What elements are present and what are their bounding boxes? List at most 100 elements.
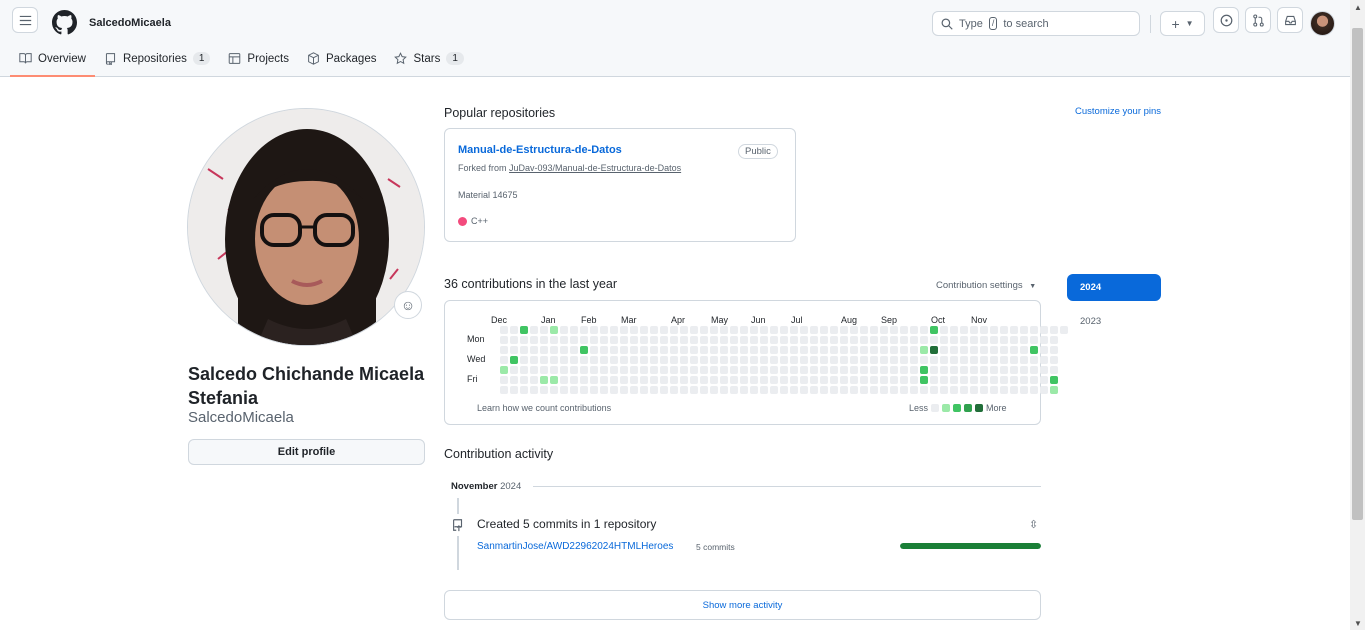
contribution-day[interactable] <box>720 376 728 384</box>
contribution-day[interactable] <box>850 346 858 354</box>
contribution-day[interactable] <box>940 326 948 334</box>
contribution-day[interactable] <box>860 326 868 334</box>
contribution-day[interactable] <box>820 376 828 384</box>
contribution-day[interactable] <box>670 366 678 374</box>
contribution-day[interactable] <box>930 386 938 394</box>
contribution-day[interactable] <box>600 366 608 374</box>
contribution-day[interactable] <box>910 336 918 344</box>
contribution-day[interactable] <box>540 376 548 384</box>
contribution-day[interactable] <box>770 356 778 364</box>
github-logo-icon[interactable] <box>52 10 77 35</box>
contribution-day[interactable] <box>830 346 838 354</box>
contribution-day[interactable] <box>860 376 868 384</box>
contribution-day[interactable] <box>660 386 668 394</box>
contribution-day[interactable] <box>920 336 928 344</box>
contribution-day[interactable] <box>870 366 878 374</box>
contribution-day[interactable] <box>920 356 928 364</box>
contribution-day[interactable] <box>860 366 868 374</box>
header-username[interactable]: SalcedoMicaela <box>89 17 171 29</box>
contribution-day[interactable] <box>690 326 698 334</box>
contribution-day[interactable] <box>690 336 698 344</box>
contribution-settings-button[interactable]: Contribution settings ▼ <box>936 280 1036 291</box>
profile-avatar[interactable] <box>187 108 425 346</box>
contribution-day[interactable] <box>740 336 748 344</box>
contribution-day[interactable] <box>950 346 958 354</box>
contribution-day[interactable] <box>1050 376 1058 384</box>
contribution-day[interactable] <box>930 376 938 384</box>
contribution-day[interactable] <box>540 366 548 374</box>
contribution-day[interactable] <box>720 336 728 344</box>
contribution-day[interactable] <box>540 346 548 354</box>
contribution-day[interactable] <box>710 366 718 374</box>
contribution-day[interactable] <box>510 326 518 334</box>
contribution-day[interactable] <box>860 386 868 394</box>
contribution-day[interactable] <box>1050 326 1058 334</box>
set-status-button[interactable]: ☺ <box>394 291 422 319</box>
contribution-day[interactable] <box>520 356 528 364</box>
contribution-day[interactable] <box>680 356 688 364</box>
contribution-day[interactable] <box>840 356 848 364</box>
contribution-day[interactable] <box>730 356 738 364</box>
contribution-day[interactable] <box>1010 366 1018 374</box>
contribution-day[interactable] <box>770 336 778 344</box>
contribution-day[interactable] <box>550 356 558 364</box>
contribution-day[interactable] <box>830 356 838 364</box>
contribution-day[interactable] <box>590 356 598 364</box>
contribution-day[interactable] <box>630 366 638 374</box>
contribution-day[interactable] <box>1010 356 1018 364</box>
year-2023-button[interactable]: 2023 <box>1080 316 1101 327</box>
contribution-day[interactable] <box>820 356 828 364</box>
contribution-day[interactable] <box>910 356 918 364</box>
contribution-day[interactable] <box>960 376 968 384</box>
contribution-day[interactable] <box>920 346 928 354</box>
contribution-day[interactable] <box>530 376 538 384</box>
scroll-down-icon[interactable]: ▼ <box>1354 619 1362 628</box>
contribution-day[interactable] <box>1000 376 1008 384</box>
contribution-day[interactable] <box>730 326 738 334</box>
contribution-day[interactable] <box>890 346 898 354</box>
contribution-day[interactable] <box>750 336 758 344</box>
contribution-day[interactable] <box>1000 386 1008 394</box>
contribution-day[interactable] <box>900 376 908 384</box>
contribution-day[interactable] <box>500 346 508 354</box>
fold-icon[interactable]: ⇳ <box>1029 518 1038 531</box>
contribution-day[interactable] <box>770 366 778 374</box>
contribution-day[interactable] <box>1020 326 1028 334</box>
contribution-day[interactable] <box>550 326 558 334</box>
contribution-day[interactable] <box>800 376 808 384</box>
contribution-day[interactable] <box>870 336 878 344</box>
contribution-day[interactable] <box>880 386 888 394</box>
contribution-day[interactable] <box>890 386 898 394</box>
activity-commit-count[interactable]: 5 commits <box>696 542 735 552</box>
contribution-day[interactable] <box>760 366 768 374</box>
contribution-day[interactable] <box>910 376 918 384</box>
contribution-day[interactable] <box>980 346 988 354</box>
contribution-day[interactable] <box>520 386 528 394</box>
contribution-day[interactable] <box>710 326 718 334</box>
contribution-day[interactable] <box>650 356 658 364</box>
contribution-day[interactable] <box>580 346 588 354</box>
contribution-day[interactable] <box>540 386 548 394</box>
contribution-day[interactable] <box>880 346 888 354</box>
contribution-day[interactable] <box>1060 326 1068 334</box>
contribution-day[interactable] <box>640 366 648 374</box>
contribution-day[interactable] <box>690 386 698 394</box>
contribution-day[interactable] <box>990 376 998 384</box>
contribution-day[interactable] <box>780 366 788 374</box>
contribution-day[interactable] <box>1000 366 1008 374</box>
contribution-day[interactable] <box>530 366 538 374</box>
contribution-day[interactable] <box>510 336 518 344</box>
issues-button[interactable] <box>1213 7 1239 33</box>
contribution-day[interactable] <box>930 366 938 374</box>
contribution-day[interactable] <box>650 376 658 384</box>
contribution-day[interactable] <box>590 366 598 374</box>
contribution-day[interactable] <box>910 366 918 374</box>
contribution-day[interactable] <box>760 356 768 364</box>
contribution-day[interactable] <box>960 336 968 344</box>
contribution-day[interactable] <box>980 356 988 364</box>
contribution-day[interactable] <box>870 376 878 384</box>
contribution-day[interactable] <box>730 386 738 394</box>
contribution-day[interactable] <box>870 356 878 364</box>
contribution-day[interactable] <box>900 356 908 364</box>
contribution-day[interactable] <box>570 346 578 354</box>
